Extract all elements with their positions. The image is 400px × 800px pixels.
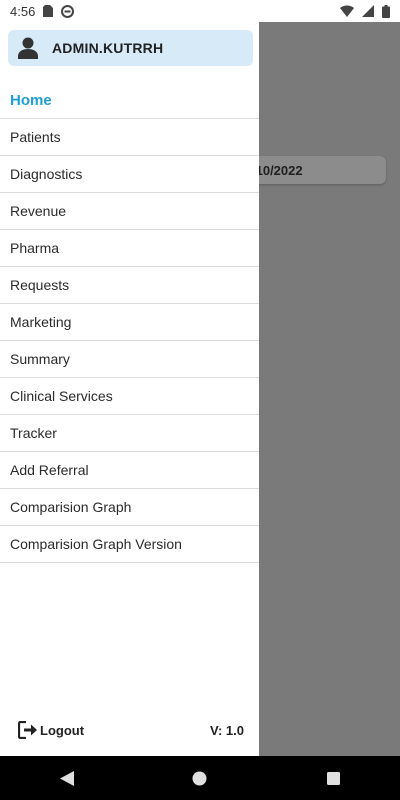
drawer-menu: Home Patients Diagnostics Revenue Pharma Requ…: [0, 82, 259, 563]
recents-icon: [326, 771, 340, 785]
status-left: 4:56: [10, 3, 75, 19]
logout-label: Logout: [40, 722, 85, 738]
logout-icon: [18, 721, 37, 739]
drawer-footer: Logout V: 1.0: [0, 718, 259, 742]
user-name: ADMIN.KUTRRH: [52, 40, 164, 56]
system-nav-bar: [0, 756, 400, 800]
drawer-item-comparision-graph[interactable]: Comparision Graph: [0, 489, 259, 526]
status-time: 4:56: [10, 3, 36, 19]
battery-icon: [382, 4, 390, 18]
drawer-item-clinical-services[interactable]: Clinical Services: [0, 378, 259, 415]
drawer-item-revenue[interactable]: Revenue: [0, 193, 259, 230]
wifi-icon: [340, 5, 354, 17]
sim-card-icon: [43, 5, 54, 17]
signal-icon: [362, 5, 374, 17]
drawer-item-requests[interactable]: Requests: [0, 267, 259, 304]
drawer-item-marketing[interactable]: Marketing: [0, 304, 259, 341]
status-bar: 4:56: [0, 0, 400, 22]
drawer-item-summary[interactable]: Summary: [0, 341, 259, 378]
recents-button[interactable]: [313, 763, 353, 793]
status-right: [340, 4, 390, 18]
app-version: V: 1.0: [210, 722, 244, 738]
navigation-drawer: ADMIN.KUTRRH Home Patients Diagnostics Reve…: [0, 22, 259, 756]
drawer-item-patients[interactable]: Patients: [0, 119, 259, 156]
home-icon: [192, 771, 207, 785]
drawer-item-tracker[interactable]: Tracker: [0, 415, 259, 452]
user-icon: [18, 37, 38, 59]
drawer-item-home[interactable]: Home: [0, 82, 259, 119]
logout-button[interactable]: Logout: [18, 721, 84, 739]
no-disturb-icon: [61, 4, 75, 18]
back-button[interactable]: [47, 763, 87, 793]
user-header: ADMIN.KUTRRH: [8, 30, 253, 66]
drawer-item-diagnostics[interactable]: Diagnostics: [0, 156, 259, 193]
drawer-item-pharma[interactable]: Pharma: [0, 230, 259, 267]
date-card: /10/2022: [240, 156, 386, 184]
drawer-item-add-referral[interactable]: Add Referral: [0, 452, 259, 489]
home-button[interactable]: [180, 763, 220, 793]
back-icon: [59, 770, 74, 786]
date-text: /10/2022: [252, 162, 303, 178]
drawer-item-comparision-graph-version[interactable]: Comparision Graph Version: [0, 526, 259, 563]
